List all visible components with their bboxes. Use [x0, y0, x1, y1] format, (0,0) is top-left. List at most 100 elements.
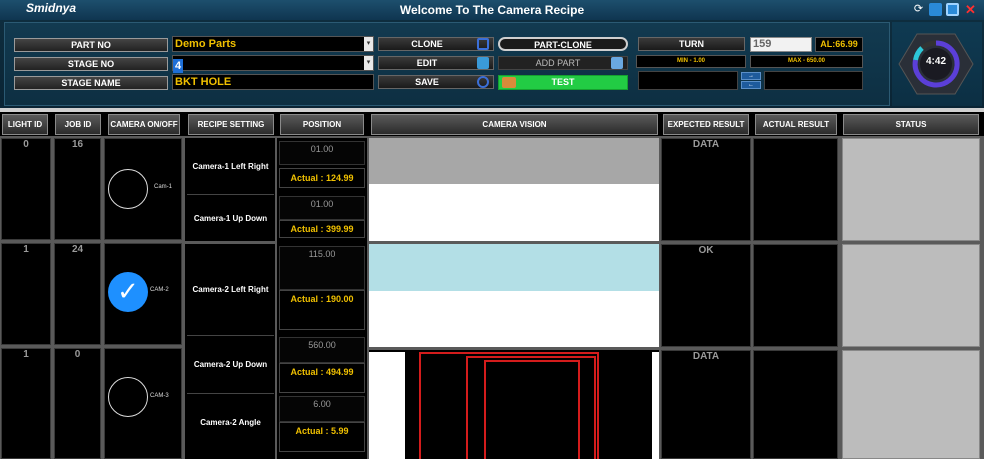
- row2-actual-result: [753, 244, 838, 347]
- checkmark-icon[interactable]: ✓: [108, 272, 148, 312]
- part-no-label: PART NO: [14, 38, 168, 52]
- position-value[interactable]: 560.00: [279, 337, 365, 363]
- turn-input-left[interactable]: [638, 71, 738, 90]
- edit-button[interactable]: EDIT: [378, 56, 494, 70]
- col-camera-onoff: CAMERA ON/OFF: [108, 114, 180, 135]
- save-label: SAVE: [415, 77, 439, 87]
- stage-no-select[interactable]: 4 ▾: [172, 55, 374, 73]
- test-button[interactable]: TEST: [498, 75, 628, 90]
- row1-camera-toggle[interactable]: Cam-1: [104, 138, 182, 240]
- turn-value-field[interactable]: 159: [750, 37, 812, 52]
- row3-expected: DATA: [661, 350, 751, 459]
- job-id-value: 16: [71, 139, 84, 150]
- vision-band: [369, 138, 659, 184]
- camera-name: Cam-1: [154, 184, 173, 190]
- col-status: STATUS: [843, 114, 979, 135]
- row1-actual-result: [753, 138, 838, 241]
- test-icon: [502, 77, 516, 88]
- recipe-item[interactable]: Camera-2 Up Down: [187, 360, 274, 369]
- min-value: MIN - 1.00: [636, 55, 746, 68]
- row2-expected: OK: [661, 244, 751, 347]
- part-no-select[interactable]: Demo Parts ▾: [172, 36, 374, 52]
- add-part-button[interactable]: ADD PART: [498, 56, 628, 70]
- max-value: MAX - 650.00: [750, 55, 863, 68]
- maximize-icon[interactable]: [946, 3, 959, 16]
- part-no-value: Demo Parts: [175, 38, 237, 50]
- window-title: Welcome To The Camera Recipe: [399, 3, 585, 17]
- clone-button[interactable]: CLONE: [378, 37, 494, 51]
- row2-camera-toggle[interactable]: ✓ CAM-2: [104, 243, 182, 345]
- position-value[interactable]: 6.00: [279, 396, 365, 422]
- position-value[interactable]: 01.00: [279, 141, 365, 165]
- row3-job-id: 0: [54, 348, 101, 459]
- col-actual-result: ACTUAL RESULT: [755, 114, 837, 135]
- col-job-id: JOB ID: [55, 114, 101, 135]
- row2-light-id: 1: [1, 243, 51, 345]
- stage-name-field[interactable]: BKT HOLE: [172, 74, 374, 90]
- row1-light-id: 0: [1, 138, 51, 240]
- stage-no-label: STAGE NO: [14, 57, 168, 71]
- position-value[interactable]: 115.00: [279, 246, 365, 290]
- add-part-label: ADD PART: [535, 58, 581, 68]
- turn-input-right[interactable]: [764, 71, 863, 90]
- row1-status: [842, 138, 980, 241]
- divider: [187, 335, 274, 336]
- col-recipe-setting: RECIPE SETTING: [188, 114, 274, 135]
- row3-actual-result: [753, 350, 838, 459]
- arrow-left-icon[interactable]: ←: [741, 81, 761, 89]
- row2-job-id: 24: [54, 243, 101, 345]
- actual-value: Actual : 399.99: [279, 220, 365, 238]
- light-id-value: 1: [23, 244, 29, 255]
- clone-icon: [477, 38, 489, 50]
- expected-value: OK: [698, 245, 714, 256]
- turn-button[interactable]: TURN: [638, 37, 745, 51]
- row1-expected: DATA: [661, 138, 751, 241]
- dropdown-arrow-icon[interactable]: ▾: [364, 56, 373, 70]
- recipe-item[interactable]: Camera-1 Up Down: [187, 214, 274, 223]
- camera-vision-3: [369, 350, 659, 459]
- recipe-column: [185, 138, 275, 459]
- recipe-item[interactable]: Camera-2 Angle: [187, 418, 274, 427]
- row3-camera-toggle[interactable]: CAM-3: [104, 348, 182, 459]
- light-id-value: 1: [23, 349, 29, 360]
- title-bar: Smidnya Welcome To The Camera Recipe ⟳ ✕: [0, 0, 984, 20]
- stage-name-label: STAGE NAME: [14, 76, 168, 90]
- job-id-value: 0: [74, 349, 81, 360]
- row2-status: [842, 244, 980, 347]
- row1-job-id: 16: [54, 138, 101, 240]
- close-icon[interactable]: ✕: [964, 3, 977, 16]
- part-clone-button[interactable]: PART-CLONE: [498, 37, 628, 51]
- vision-band: [369, 244, 659, 291]
- divider: [187, 194, 274, 195]
- actual-value: Actual : 124.99: [279, 168, 365, 188]
- row3-status: [842, 350, 980, 459]
- camera-toggle-circle[interactable]: [108, 169, 148, 209]
- camera-toggle-circle[interactable]: [108, 377, 148, 417]
- recipe-item[interactable]: Camera-2 Left Right: [187, 285, 274, 294]
- refresh-icon[interactable]: ⟳: [912, 3, 925, 16]
- dropdown-arrow-icon[interactable]: ▾: [364, 37, 373, 51]
- recipe-item[interactable]: Camera-1 Left Right: [187, 162, 274, 171]
- stage-name-value: BKT HOLE: [175, 76, 232, 88]
- minimize-icon[interactable]: [929, 3, 942, 16]
- actual-value: Actual : 494.99: [279, 363, 365, 393]
- camera-name: CAM-2: [150, 287, 169, 293]
- col-position: POSITION: [280, 114, 364, 135]
- camera-vision-2: [369, 244, 659, 347]
- detection-box: [484, 360, 580, 459]
- edit-label: EDIT: [416, 58, 438, 68]
- arrow-right-icon[interactable]: →: [741, 72, 761, 80]
- actual-value: Actual : 5.99: [279, 422, 365, 452]
- light-id-value: 0: [23, 139, 29, 150]
- job-id-value: 24: [71, 244, 84, 255]
- divider: [187, 393, 274, 394]
- vision-edge-right: [652, 352, 659, 459]
- camera-name: CAM-3: [150, 393, 169, 399]
- al-value: AL:66.99: [815, 37, 863, 52]
- clone-label: CLONE: [411, 39, 443, 49]
- position-value[interactable]: 01.00: [279, 196, 365, 220]
- stage-no-value: 4: [173, 59, 184, 73]
- save-button[interactable]: SAVE: [378, 75, 494, 89]
- row3-light-id: 1: [1, 348, 51, 459]
- divider: [185, 241, 275, 244]
